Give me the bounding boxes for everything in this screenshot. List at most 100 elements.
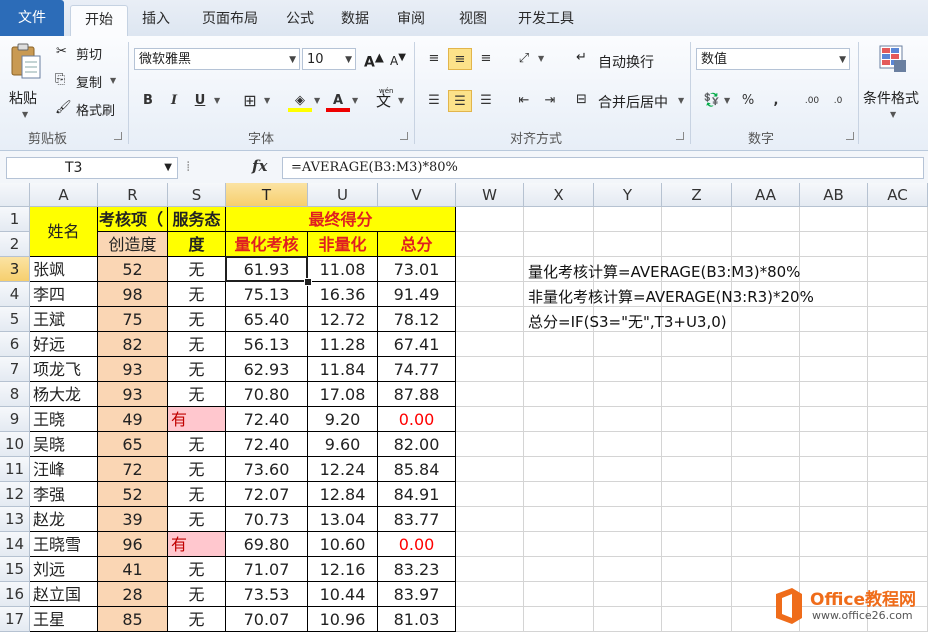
header-u2-cell[interactable]: 非量化: [308, 232, 378, 257]
cell-empty[interactable]: [800, 232, 868, 257]
nonquant-score-cell[interactable]: 11.08: [308, 257, 378, 282]
cell-empty[interactable]: [456, 382, 524, 407]
align-left-icon[interactable]: ☰: [422, 90, 446, 112]
service-cell[interactable]: 无: [168, 557, 226, 582]
column-header-AB[interactable]: AB: [800, 183, 868, 207]
cell-empty[interactable]: [868, 207, 928, 232]
border-dropdown-icon[interactable]: ▼: [264, 96, 270, 105]
nonquant-score-cell[interactable]: 16.36: [308, 282, 378, 307]
cell-empty[interactable]: [524, 332, 594, 357]
merge-dropdown-icon[interactable]: ▼: [678, 96, 684, 105]
cell-empty[interactable]: [456, 607, 524, 632]
name-cell[interactable]: 王晓: [30, 407, 98, 432]
nonquant-score-cell[interactable]: 9.60: [308, 432, 378, 457]
cell-empty[interactable]: [800, 407, 868, 432]
creativity-cell[interactable]: 72: [98, 457, 168, 482]
nonquant-score-cell[interactable]: 13.04: [308, 507, 378, 532]
row-header-13[interactable]: 13: [0, 507, 30, 532]
column-header-T[interactable]: T: [226, 183, 308, 207]
decrease-decimal-button[interactable]: .0: [826, 90, 850, 112]
quant-score-cell[interactable]: 56.13: [226, 332, 308, 357]
cell-empty[interactable]: [594, 407, 662, 432]
row-header-6[interactable]: 6: [0, 332, 30, 357]
cell-empty[interactable]: [868, 257, 928, 282]
service-cell[interactable]: 无: [168, 482, 226, 507]
cell-empty[interactable]: [524, 607, 594, 632]
column-header-R[interactable]: R: [98, 183, 168, 207]
cell-empty[interactable]: [800, 432, 868, 457]
fx-icon[interactable]: fx: [252, 157, 267, 175]
total-score-cell[interactable]: 81.03: [378, 607, 456, 632]
font-dialog-launcher-icon[interactable]: [400, 132, 408, 140]
cell-empty[interactable]: [662, 532, 732, 557]
creativity-cell[interactable]: 41: [98, 557, 168, 582]
nonquant-score-cell[interactable]: 9.20: [308, 407, 378, 432]
tab-3[interactable]: 公式: [278, 5, 322, 33]
cell-empty[interactable]: [800, 482, 868, 507]
cell-empty[interactable]: [662, 332, 732, 357]
tab-4[interactable]: 数据: [330, 5, 380, 33]
cell-empty[interactable]: [800, 307, 868, 332]
cell-empty[interactable]: [594, 432, 662, 457]
cell-empty[interactable]: [732, 532, 800, 557]
cell-empty[interactable]: [732, 557, 800, 582]
cell-empty[interactable]: [662, 382, 732, 407]
cell-empty[interactable]: [800, 357, 868, 382]
cell-empty[interactable]: [732, 407, 800, 432]
clipboard-dialog-launcher-icon[interactable]: [114, 132, 122, 140]
fill-handle[interactable]: [304, 278, 312, 286]
column-header-AC[interactable]: AC: [868, 183, 928, 207]
column-header-X[interactable]: X: [524, 183, 594, 207]
service-cell[interactable]: 无: [168, 457, 226, 482]
name-cell[interactable]: 杨大龙: [30, 382, 98, 407]
row-header-12[interactable]: 12: [0, 482, 30, 507]
number-dialog-launcher-icon[interactable]: [846, 132, 854, 140]
cell-empty[interactable]: [732, 457, 800, 482]
cell-empty[interactable]: [732, 482, 800, 507]
row-header-4[interactable]: 4: [0, 282, 30, 307]
quant-score-cell[interactable]: 70.80: [226, 382, 308, 407]
service-cell[interactable]: 无: [168, 607, 226, 632]
cell-empty[interactable]: [524, 557, 594, 582]
copy-dropdown-icon[interactable]: ▼: [110, 76, 116, 85]
service-cell[interactable]: 有: [168, 407, 226, 432]
cell-empty[interactable]: [594, 382, 662, 407]
cell-empty[interactable]: [456, 357, 524, 382]
header-name-cell[interactable]: 姓名: [30, 207, 98, 257]
conditional-format-button[interactable]: 条件格式 ▼: [862, 42, 926, 126]
cell-empty[interactable]: [594, 582, 662, 607]
cell-empty[interactable]: [662, 457, 732, 482]
quant-score-cell[interactable]: 70.73: [226, 507, 308, 532]
align-bottom-icon[interactable]: ≡: [474, 48, 498, 70]
quant-score-cell[interactable]: 73.60: [226, 457, 308, 482]
cell-empty[interactable]: [524, 432, 594, 457]
service-cell[interactable]: 无: [168, 257, 226, 282]
increase-decimal-button[interactable]: .00: [800, 90, 824, 112]
cell-empty[interactable]: [456, 532, 524, 557]
nonquant-score-cell[interactable]: 10.96: [308, 607, 378, 632]
paste-button[interactable]: 粘贴 ▼: [6, 42, 46, 122]
merge-center-button[interactable]: 合并后居中: [598, 92, 668, 112]
total-score-cell[interactable]: 91.49: [378, 282, 456, 307]
cell-empty[interactable]: [732, 307, 800, 332]
cell-empty[interactable]: [662, 482, 732, 507]
cell-empty[interactable]: [524, 582, 594, 607]
cell-empty[interactable]: [594, 207, 662, 232]
cell-empty[interactable]: [732, 232, 800, 257]
quant-score-cell[interactable]: 72.40: [226, 407, 308, 432]
nonquant-score-cell[interactable]: 12.72: [308, 307, 378, 332]
cell-empty[interactable]: [868, 457, 928, 482]
total-score-cell[interactable]: 83.77: [378, 507, 456, 532]
quant-score-cell[interactable]: 72.07: [226, 482, 308, 507]
header-t2-cell[interactable]: 量化考核: [226, 232, 308, 257]
row-header-10[interactable]: 10: [0, 432, 30, 457]
quant-score-cell[interactable]: 75.13: [226, 282, 308, 307]
phonetic-icon[interactable]: wén 文: [376, 87, 393, 111]
row-header-17[interactable]: 17: [0, 607, 30, 632]
cell-empty[interactable]: [800, 382, 868, 407]
cell-empty[interactable]: [456, 457, 524, 482]
comma-button[interactable]: ,: [764, 90, 788, 112]
service-cell[interactable]: 无: [168, 507, 226, 532]
total-score-cell[interactable]: 85.84: [378, 457, 456, 482]
cell-empty[interactable]: [456, 257, 524, 282]
